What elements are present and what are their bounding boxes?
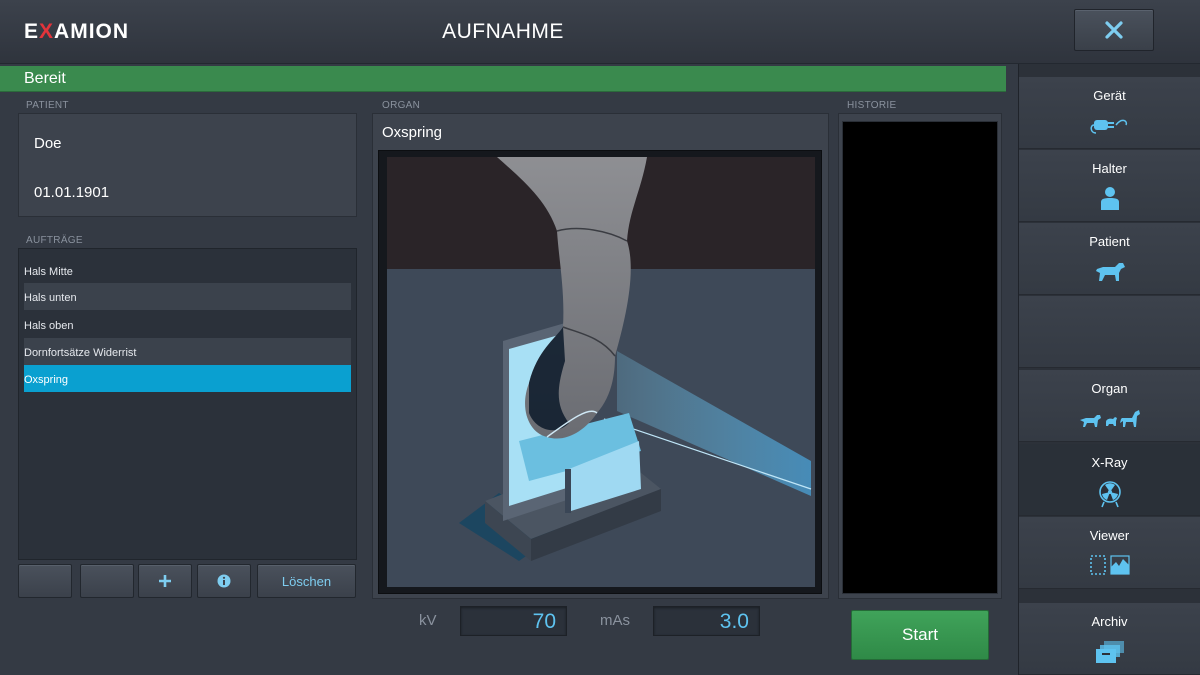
sidebar-item-label: Archiv: [1091, 614, 1128, 629]
kv-value-field[interactable]: 70: [460, 606, 567, 636]
owner-person-icon: [1100, 187, 1119, 210]
page-title: AUFNAHME: [442, 20, 564, 43]
patient-name: Doe: [34, 135, 62, 152]
add-order-button[interactable]: [138, 564, 192, 598]
sidebar-item-geraet[interactable]: Gerät: [1019, 77, 1200, 149]
kv-label: kV: [419, 612, 437, 629]
history-section-label: HISTORIE: [847, 100, 897, 111]
sidebar-item-label: Gerät: [1093, 88, 1126, 103]
info-icon: [217, 574, 231, 588]
sidebar-item-label: Viewer: [1089, 528, 1130, 543]
history-area[interactable]: [842, 121, 998, 594]
sidebar-item-organ[interactable]: Organ: [1019, 370, 1200, 442]
sidebar-item-empty: [1019, 296, 1200, 368]
patient-panel: [18, 113, 357, 217]
sidebar-item-xray[interactable]: X-Ray: [1019, 444, 1200, 516]
mas-label: mAs: [600, 612, 630, 629]
plus-icon: [159, 575, 171, 587]
delete-button[interactable]: Löschen: [257, 564, 356, 598]
viewer-icon: [1089, 555, 1130, 575]
status-bar: Bereit: [0, 66, 1006, 92]
organ-illustration: [378, 150, 822, 594]
mas-value-field[interactable]: 3.0: [653, 606, 760, 636]
info-button[interactable]: [197, 564, 251, 598]
organ-name: Oxspring: [382, 124, 443, 141]
device-plug-icon: [1090, 119, 1127, 134]
sidebar-item-label: Halter: [1092, 161, 1127, 176]
archive-icon: [1095, 641, 1124, 663]
sidebar-item-halter[interactable]: Halter: [1019, 150, 1200, 222]
patient-birthdate: 01.01.1901: [34, 184, 110, 201]
sidebar-item-label: Patient: [1089, 234, 1130, 249]
list-item[interactable]: Dornfortsätze Widerrist: [24, 338, 351, 365]
start-button[interactable]: Start: [851, 610, 989, 660]
patient-section-label: PATIENT: [26, 100, 69, 111]
orders-list[interactable]: Hals Mitte Hals unten Hals oben Dornfort…: [18, 248, 357, 560]
app-header: EXAMION AUFNAHME: [0, 0, 1200, 64]
animals-icon: [1079, 410, 1140, 427]
sidebar-item-viewer[interactable]: Viewer: [1019, 517, 1200, 589]
sidebar-item-archiv[interactable]: Archiv: [1019, 603, 1200, 675]
list-item[interactable]: Hals oben: [24, 311, 351, 338]
sidebar-item-label: Organ: [1091, 381, 1128, 396]
blank-button-2[interactable]: [80, 564, 134, 598]
dog-icon: [1095, 263, 1125, 281]
sidebar-item-patient[interactable]: Patient: [1019, 223, 1200, 295]
horse-hoof-xray-illustration: [387, 157, 815, 587]
close-icon: [1105, 21, 1123, 39]
sidebar-item-label: X-Ray: [1091, 455, 1128, 470]
orders-section-label: AUFTRÄGE: [26, 235, 83, 246]
list-item-selected[interactable]: Oxspring: [24, 365, 351, 392]
list-item[interactable]: Hals unten: [24, 283, 351, 310]
close-button[interactable]: [1074, 9, 1154, 51]
list-item[interactable]: Hals Mitte: [24, 257, 351, 284]
organ-section-label: ORGAN: [382, 100, 421, 111]
blank-button-1[interactable]: [18, 564, 72, 598]
radiation-icon: [1098, 481, 1121, 508]
